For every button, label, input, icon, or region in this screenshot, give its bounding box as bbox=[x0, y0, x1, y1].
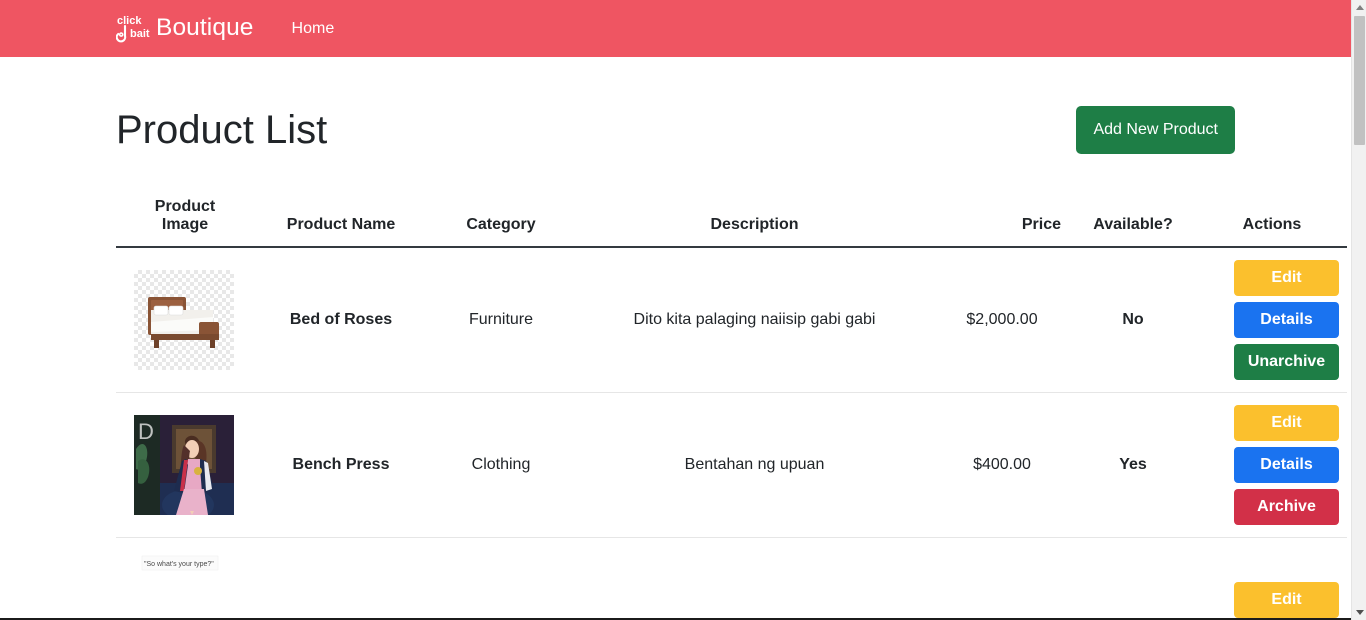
table-row: D Bench Press Clothing Bentahan ng upuan… bbox=[116, 392, 1347, 538]
add-new-product-button[interactable]: Add New Product bbox=[1076, 106, 1235, 154]
cell-price: $400.00 bbox=[935, 392, 1069, 538]
cell-description: Dito kita palaging naiisip gabi gabi bbox=[574, 247, 935, 393]
page-content: Product List Add New Product Product Ima… bbox=[0, 57, 1351, 620]
product-table-head: Product Image Product Name Category Desc… bbox=[116, 186, 1347, 248]
cell-description: Bentahan ng upuan bbox=[574, 392, 935, 538]
column-header-product-image-line2: Image bbox=[161, 216, 209, 233]
cell-category: Furniture bbox=[428, 247, 574, 393]
archive-button[interactable]: Archive bbox=[1234, 489, 1339, 525]
cell-product-name: Bed of Roses bbox=[254, 247, 428, 393]
scroll-up-arrow-icon[interactable] bbox=[1352, 0, 1366, 15]
page-title: Product List bbox=[116, 108, 328, 152]
cell-product-image: "So what's your type?" bbox=[116, 537, 254, 620]
svg-text:D: D bbox=[138, 419, 154, 444]
unarchive-button[interactable]: Unarchive bbox=[1234, 344, 1339, 380]
cell-category: Clothing bbox=[428, 392, 574, 538]
column-header-available: Available? bbox=[1069, 186, 1197, 248]
scroll-down-arrow-icon[interactable] bbox=[1352, 605, 1366, 620]
scrollbar-thumb[interactable] bbox=[1354, 16, 1365, 145]
brand-logo-link[interactable]: click bait Boutique bbox=[116, 12, 254, 46]
cell-available bbox=[1069, 537, 1197, 620]
cell-actions: Edit bbox=[1197, 537, 1347, 620]
cell-price: $2,000.00 bbox=[935, 247, 1069, 393]
brand-name: Boutique bbox=[156, 14, 254, 42]
navbar-links: Home bbox=[290, 16, 337, 42]
action-button-group: Edit Details Unarchive bbox=[1234, 260, 1339, 380]
cell-product-name bbox=[254, 537, 428, 620]
column-header-product-name: Product Name bbox=[254, 186, 428, 248]
column-header-product-image: Product Image bbox=[116, 186, 254, 248]
table-header-row: Product Image Product Name Category Desc… bbox=[116, 186, 1347, 248]
product-table-body: Bed of Roses Furniture Dito kita palagin… bbox=[116, 247, 1347, 620]
cell-category bbox=[428, 537, 574, 620]
action-button-group: Edit Details Archive bbox=[1234, 405, 1339, 525]
column-header-category: Category bbox=[428, 186, 574, 248]
product-thumbnail-clothing: D bbox=[134, 415, 234, 515]
svg-text:bait: bait bbox=[130, 28, 150, 40]
cell-price bbox=[935, 537, 1069, 620]
table-row: "So what's your type?" Edit bbox=[116, 537, 1347, 620]
column-header-actions: Actions bbox=[1197, 186, 1347, 248]
cell-actions: Edit Details Unarchive bbox=[1197, 247, 1347, 393]
svg-text:click: click bbox=[117, 15, 142, 27]
product-thumbnail-type: "So what's your type?" bbox=[134, 550, 234, 620]
column-header-price: Price bbox=[935, 186, 1069, 248]
action-button-group: Edit bbox=[1234, 582, 1339, 618]
column-header-product-image-line1: Product bbox=[154, 198, 216, 215]
nav-link-home[interactable]: Home bbox=[290, 16, 337, 42]
cell-available: Yes bbox=[1069, 392, 1197, 538]
top-navbar: click bait Boutique Home bbox=[0, 0, 1351, 57]
thumbnail-caption-text: "So what's your type?" bbox=[144, 561, 214, 568]
product-thumbnail-bed bbox=[134, 270, 234, 370]
cell-available: No bbox=[1069, 247, 1197, 393]
table-row: Bed of Roses Furniture Dito kita palagin… bbox=[116, 247, 1347, 393]
edit-button[interactable]: Edit bbox=[1234, 260, 1339, 296]
vertical-scrollbar[interactable] bbox=[1351, 0, 1366, 620]
details-button[interactable]: Details bbox=[1234, 447, 1339, 483]
product-table: Product Image Product Name Category Desc… bbox=[116, 186, 1347, 620]
cell-actions: Edit Details Archive bbox=[1197, 392, 1347, 538]
clickbait-hook-icon: click bait bbox=[116, 12, 154, 46]
cell-product-image: D bbox=[116, 392, 254, 538]
page-header: Product List Add New Product bbox=[116, 57, 1235, 154]
edit-button[interactable]: Edit bbox=[1234, 405, 1339, 441]
cell-product-image bbox=[116, 247, 254, 393]
cell-product-name: Bench Press bbox=[254, 392, 428, 538]
edit-button[interactable]: Edit bbox=[1234, 582, 1339, 618]
details-button[interactable]: Details bbox=[1234, 302, 1339, 338]
product-table-container: Product Image Product Name Category Desc… bbox=[116, 186, 1347, 620]
column-header-description: Description bbox=[574, 186, 935, 248]
cell-description bbox=[574, 537, 935, 620]
browser-viewport: click bait Boutique Home Product List Ad… bbox=[0, 0, 1366, 620]
